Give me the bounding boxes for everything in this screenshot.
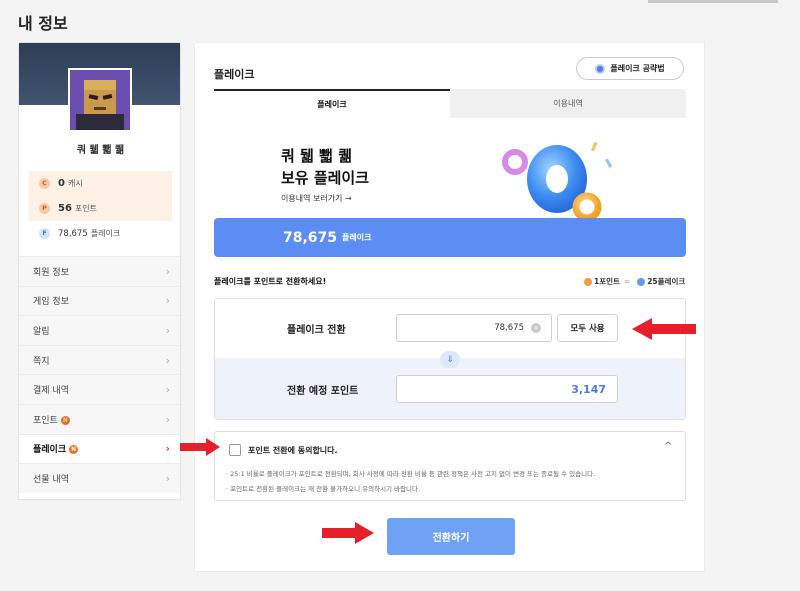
balance-value: 78,675 bbox=[283, 229, 338, 246]
flake-coin-icon: F bbox=[39, 228, 50, 239]
convert-heading: 플레이크를 포인트로 전환하세요! bbox=[214, 277, 327, 286]
chevron-right-icon: › bbox=[165, 412, 170, 426]
agree-checkbox[interactable] bbox=[229, 444, 241, 456]
sidebar-menu: 회원 정보 › 게임 정보 › 알림 › 쪽지 › 결제 내역 › 포인트 N › 플레이크 N… bbox=[19, 256, 180, 493]
point-coin-icon: P bbox=[39, 203, 50, 214]
new-badge: N bbox=[60, 415, 70, 425]
rate-left: 1포인트 bbox=[594, 277, 620, 286]
cash-unit: 캐시 bbox=[67, 179, 83, 188]
sidebar-item-flake[interactable]: 플레이크 N › bbox=[19, 433, 180, 464]
convert-form: 플레이크 전환 78,675 × 모두 사용 ⇓ 전환 예정 포인트 3,147 bbox=[214, 298, 686, 420]
chevron-right-icon: › bbox=[165, 323, 170, 337]
section-title: 플레이크 bbox=[214, 68, 255, 81]
sidebar-item-member-info[interactable]: 회원 정보 › bbox=[19, 256, 180, 286]
new-badge: N bbox=[69, 445, 79, 455]
arrow-down-icon: ⇓ bbox=[440, 351, 460, 368]
annotation-arrow-icon bbox=[322, 522, 374, 544]
sidebar-item-label: 플레이크 bbox=[33, 445, 67, 456]
sidebar-item-label: 포인트 bbox=[33, 415, 58, 426]
point-coin-icon bbox=[584, 277, 592, 286]
caret-up-icon[interactable]: ^ bbox=[664, 441, 672, 452]
agreement-note: · 포인트로 전환된 플레이크는 재 전환 불가하오니 유의하시기 바랍니다. bbox=[226, 485, 421, 493]
sidebar-item-notifications[interactable]: 알림 › bbox=[19, 315, 180, 345]
sidebar-item-messages[interactable]: 쪽지 › bbox=[19, 344, 180, 375]
flake-convert-label: 플레이크 전환 bbox=[287, 325, 346, 336]
flake-coin-icon bbox=[637, 277, 646, 286]
sidebar-item-payments[interactable]: 결제 내역 › bbox=[19, 374, 180, 404]
sidebar-item-label: 선물 내역 bbox=[33, 474, 69, 485]
wallet-flake: F 78,675 플레이크 bbox=[29, 221, 172, 246]
agreement-box: 포인트 전환에 동의합니다. ^ · 25:1 비율로 플레이크가 포인트로 전… bbox=[214, 431, 686, 501]
sidebar-item-game-info[interactable]: 게임 정보 › bbox=[19, 285, 180, 316]
chevron-right-icon: › bbox=[165, 353, 170, 367]
flake-balance-bar: 78,675 플레이크 bbox=[214, 218, 686, 257]
chevron-right-icon: › bbox=[165, 442, 170, 456]
wallet-cash: C 0 캐시 bbox=[29, 171, 172, 196]
page-title: 내 정보 bbox=[18, 14, 68, 33]
point-value: 56 bbox=[58, 203, 72, 214]
avatar-character-icon bbox=[70, 70, 130, 130]
balance-unit: 플레이크 bbox=[342, 233, 372, 242]
cash-value: 0 bbox=[58, 178, 65, 189]
avatar[interactable] bbox=[68, 68, 132, 132]
chevron-right-icon: › bbox=[165, 471, 170, 485]
convert-submit-button[interactable]: 전환하기 bbox=[387, 518, 515, 555]
guide-button-label: 플레이크 공략법 bbox=[610, 64, 665, 73]
expected-point-field: 3,147 bbox=[396, 375, 618, 403]
sidebar-item-label: 쪽지 bbox=[33, 356, 50, 367]
profile-nickname: 쿼 뒓 뾃 퀢 bbox=[76, 145, 125, 156]
tab-bar: 플레이크 이용내역 bbox=[214, 89, 686, 118]
use-all-button[interactable]: 모두 사용 bbox=[557, 314, 618, 342]
hero-subtitle: 보유 플레이크 bbox=[281, 169, 370, 187]
agree-label[interactable]: 포인트 전환에 동의합니다. bbox=[248, 445, 338, 456]
hero-title: 쿼 뒓 뾃 퀢 보유 플레이크 bbox=[281, 145, 369, 189]
point-unit: 포인트 bbox=[74, 204, 98, 213]
sidebar-item-gifts[interactable]: 선물 내역 › bbox=[19, 463, 180, 493]
tab-history[interactable]: 이용내역 bbox=[450, 89, 686, 118]
hero-nickname: 쿼 뒓 뾃 퀢 bbox=[281, 147, 352, 165]
chevron-right-icon: › bbox=[165, 264, 170, 278]
flake-unit: 플레이크 bbox=[90, 229, 121, 238]
chevron-right-icon: › bbox=[165, 294, 170, 308]
wallet-summary: C 0 캐시 P 56 포인트 F 78,675 플레이크 bbox=[29, 171, 172, 246]
flake-amount-value: 78,675 bbox=[494, 323, 524, 333]
wallet-point: P 56 포인트 bbox=[29, 196, 172, 221]
sidebar-item-points[interactable]: 포인트 N › bbox=[19, 403, 180, 434]
sidebar-item-label: 게임 정보 bbox=[33, 297, 69, 308]
flake-guide-button[interactable]: 플레이크 공략법 bbox=[576, 57, 684, 80]
tab-flake[interactable]: 플레이크 bbox=[214, 89, 450, 118]
annotation-arrow-icon bbox=[632, 318, 696, 340]
flake-icon bbox=[595, 63, 606, 74]
chevron-right-icon: › bbox=[165, 383, 170, 397]
sidebar-item-label: 알림 bbox=[33, 326, 50, 337]
expected-point-label: 전환 예정 포인트 bbox=[287, 386, 359, 397]
cash-coin-icon: C bbox=[39, 178, 50, 189]
flake-value: 78,675 bbox=[58, 228, 88, 239]
flake-input-row: 플레이크 전환 78,675 × 모두 사용 bbox=[215, 299, 685, 358]
sidebar: 쿼 뒓 뾃 퀢 C 0 캐시 P 56 포인트 F 78,675 플레이크 회원… bbox=[18, 42, 181, 500]
conversion-rate: 1포인트 = 25플레이크 bbox=[584, 276, 685, 287]
rate-right: 25플레이크 bbox=[647, 277, 686, 286]
top-edge-bar bbox=[648, 0, 778, 3]
sidebar-item-label: 회원 정보 bbox=[33, 267, 69, 278]
clear-icon[interactable]: × bbox=[531, 323, 541, 333]
history-link[interactable]: 이용내역 보러가기 → bbox=[281, 193, 352, 204]
main-panel: 플레이크 플레이크 공략법 플레이크 이용내역 쿼 뒓 뾃 퀢 보유 플레이크 … bbox=[194, 42, 705, 572]
flake-amount-input[interactable]: 78,675 × bbox=[396, 314, 552, 342]
agreement-note: · 25:1 비율로 플레이크가 포인트로 전환되며, 회사 사정에 따라 전환… bbox=[226, 470, 596, 478]
annotation-arrow-icon bbox=[180, 438, 220, 456]
rate-equals: = bbox=[623, 277, 631, 286]
sidebar-item-label: 결제 내역 bbox=[33, 386, 69, 397]
